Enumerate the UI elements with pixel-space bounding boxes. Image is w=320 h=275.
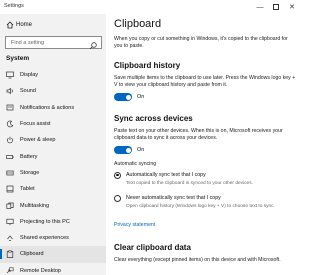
maximize-button[interactable] bbox=[268, 0, 284, 14]
notifications-icon bbox=[6, 103, 20, 113]
toggle-state-label: On bbox=[137, 147, 145, 153]
sidebar-item-projecting[interactable]: Projecting to this PC bbox=[0, 214, 106, 230]
nav-list: Display Sound Notifications & actions Fo… bbox=[0, 67, 106, 275]
sidebar-item-multitasking[interactable]: Multitasking bbox=[0, 197, 106, 213]
radio-label: Automatically sync text that I copy bbox=[126, 172, 206, 178]
toggle-state-label: On bbox=[137, 94, 145, 100]
sidebar-item-storage[interactable]: Storage bbox=[0, 165, 106, 181]
home-label: Home bbox=[16, 22, 33, 28]
clipboard-history-toggle[interactable]: On bbox=[114, 93, 144, 101]
sync-toggle[interactable]: On bbox=[114, 146, 144, 154]
shared-experiences-icon bbox=[6, 233, 20, 243]
radio-label: Never automatically sync text that I cop… bbox=[126, 195, 221, 201]
auto-sync-radio[interactable]: Automatically sync text that I copy bbox=[114, 171, 206, 179]
sidebar-item-label: Multitasking bbox=[20, 202, 50, 209]
display-icon bbox=[6, 70, 20, 80]
sidebar-item-power[interactable]: Power & sleep bbox=[0, 132, 106, 148]
sidebar-item-shared-experiences[interactable]: Shared experiences bbox=[0, 230, 106, 246]
sidebar-item-label: Projecting to this PC bbox=[20, 218, 70, 225]
toggle-switch bbox=[114, 93, 132, 101]
sidebar-item-label: Clipboard bbox=[20, 251, 44, 258]
sidebar-item-label: Remote Desktop bbox=[20, 267, 61, 274]
sidebar-item-label: Power & sleep bbox=[20, 137, 56, 144]
sidebar-item-label: Focus assist bbox=[20, 121, 51, 128]
radio-selected-icon bbox=[114, 171, 121, 179]
page-title: Clipboard bbox=[114, 18, 162, 30]
title-bar: Settings — ✕ bbox=[0, 0, 300, 14]
clear-data-heading: Clear clipboard data bbox=[114, 243, 191, 252]
close-icon: ✕ bbox=[289, 4, 295, 11]
sync-desc: Paste text on your other devices. When t… bbox=[114, 128, 283, 141]
remote-desktop-icon bbox=[6, 266, 20, 275]
projecting-icon bbox=[6, 217, 20, 227]
main-panel: Clipboard When you copy or cut something… bbox=[106, 14, 300, 275]
home-nav-item[interactable]: Home bbox=[6, 20, 32, 30]
toggle-switch bbox=[114, 146, 132, 154]
storage-icon bbox=[6, 168, 20, 178]
minimize-button[interactable]: — bbox=[252, 0, 268, 14]
toggle-knob bbox=[125, 147, 131, 153]
battery-icon bbox=[6, 152, 20, 162]
sound-icon bbox=[6, 86, 20, 96]
never-sync-desc: Open clipboard history (Windows logo key… bbox=[126, 204, 275, 209]
sidebar-item-label: Storage bbox=[20, 169, 40, 176]
search-input[interactable]: Find a setting bbox=[5, 36, 102, 50]
sidebar-item-display[interactable]: Display bbox=[0, 67, 106, 83]
search-icon bbox=[88, 38, 98, 50]
close-button[interactable]: ✕ bbox=[284, 0, 300, 14]
sidebar: Home Find a setting System Display Sound… bbox=[0, 14, 106, 275]
sidebar-item-notifications[interactable]: Notifications & actions bbox=[0, 100, 106, 116]
sidebar-item-label: Tablet bbox=[20, 186, 35, 193]
automatic-syncing-label: Automatic syncing bbox=[114, 161, 157, 167]
sync-heading: Sync across devices bbox=[114, 114, 193, 123]
multitasking-icon bbox=[6, 201, 20, 211]
intro-text: When you copy or cut something in Window… bbox=[114, 36, 288, 49]
sidebar-item-tablet[interactable]: Tablet bbox=[0, 181, 106, 197]
clear-data-desc: Clear everything (except pinned items) o… bbox=[114, 257, 281, 263]
sidebar-item-remote-desktop[interactable]: Remote Desktop bbox=[0, 263, 106, 275]
tablet-icon bbox=[6, 184, 20, 194]
sidebar-item-label: Display bbox=[20, 72, 39, 79]
clipboard-icon bbox=[6, 249, 20, 259]
home-icon bbox=[6, 21, 16, 29]
clipboard-history-heading: Clipboard history bbox=[114, 61, 181, 70]
sidebar-item-sound[interactable]: Sound bbox=[0, 83, 106, 99]
toggle-knob bbox=[125, 94, 131, 100]
sidebar-item-label: Sound bbox=[20, 88, 36, 95]
clipboard-history-desc: Save multiple items to the clipboard to … bbox=[114, 75, 296, 88]
sidebar-item-battery[interactable]: Battery bbox=[0, 148, 106, 164]
window-title: Settings bbox=[4, 3, 24, 9]
sidebar-item-label: Shared experiences bbox=[20, 235, 69, 242]
sidebar-item-focus-assist[interactable]: Focus assist bbox=[0, 116, 106, 132]
radio-unselected-icon bbox=[114, 194, 121, 202]
privacy-statement-link[interactable]: Privacy statement bbox=[114, 222, 155, 228]
auto-sync-desc: Text copied to the clipboard is synced t… bbox=[126, 181, 253, 186]
power-icon bbox=[6, 135, 20, 145]
search-placeholder: Find a setting bbox=[11, 40, 45, 46]
section-label: System bbox=[6, 55, 30, 62]
sidebar-item-label: Notifications & actions bbox=[20, 104, 75, 111]
minimize-icon: — bbox=[256, 3, 264, 11]
sidebar-item-clipboard[interactable]: Clipboard bbox=[0, 246, 106, 263]
sidebar-item-label: Battery bbox=[20, 153, 38, 160]
never-sync-radio[interactable]: Never automatically sync text that I cop… bbox=[114, 194, 221, 202]
focus-assist-icon bbox=[6, 119, 20, 129]
maximize-icon bbox=[273, 4, 279, 10]
